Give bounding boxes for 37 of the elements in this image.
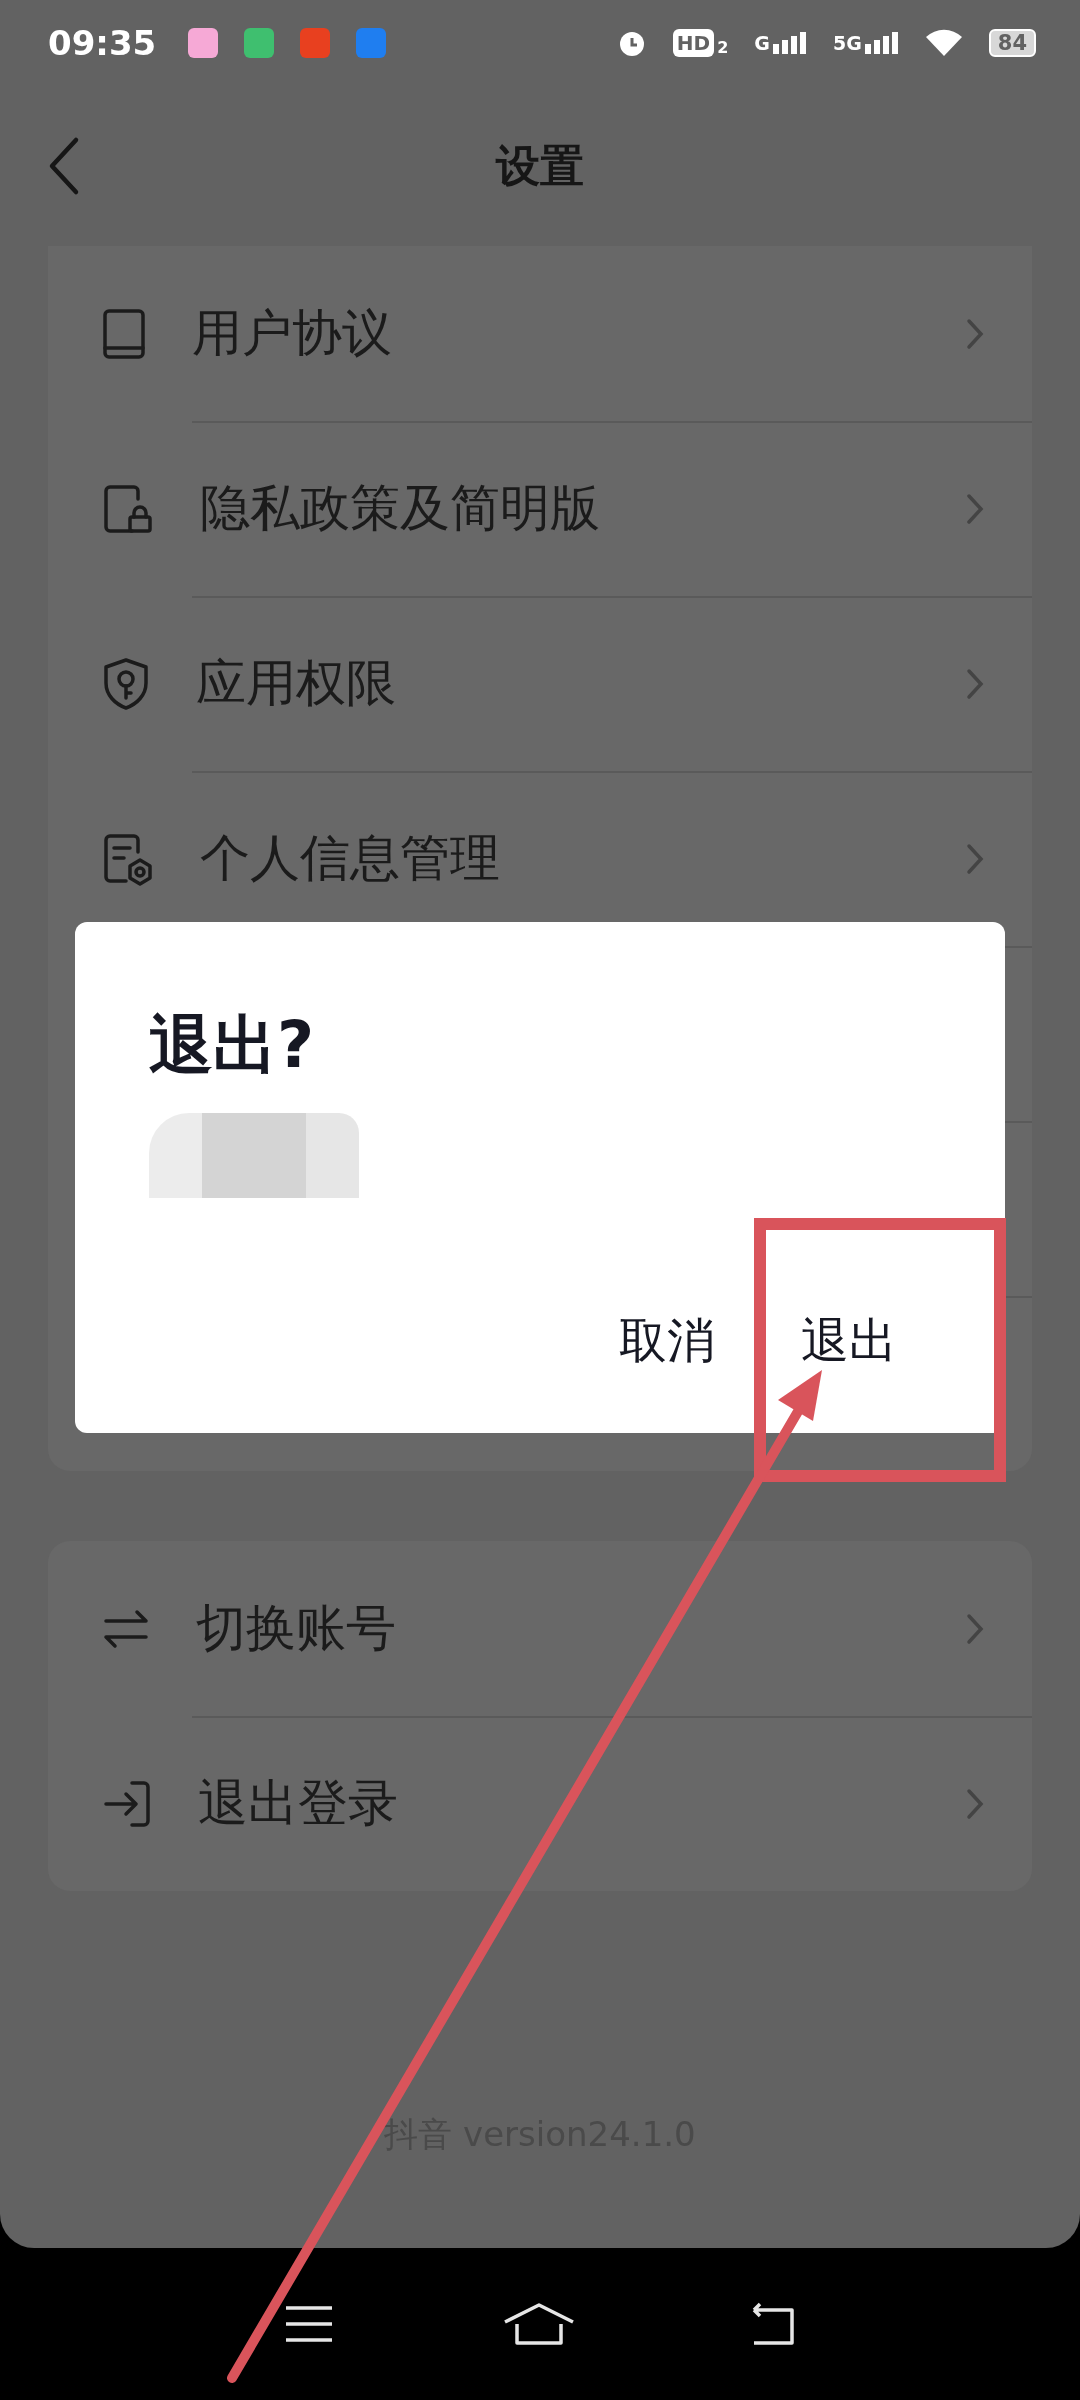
document-gear-icon <box>102 831 154 886</box>
signal-icon <box>772 32 807 54</box>
book-icon <box>102 307 146 360</box>
hd-badge: HD <box>672 29 715 57</box>
settings-row[interactable]: 用户协议 <box>48 246 1032 421</box>
settings-row[interactable]: 退出登录 <box>48 1716 1032 1891</box>
chevron-icon <box>966 1787 984 1820</box>
app-icon <box>300 28 331 58</box>
network-label: G <box>754 32 770 54</box>
settings-row[interactable]: 隐私政策及简明版 <box>48 421 1032 596</box>
shield-key-icon <box>102 656 150 711</box>
home-icon[interactable] <box>503 2302 575 2346</box>
chevron-icon <box>966 1612 984 1645</box>
menu-icon[interactable] <box>284 2304 335 2344</box>
page-title: 设置 <box>496 138 584 193</box>
settings-row[interactable]: 应用权限 <box>48 596 1032 771</box>
wifi-icon <box>924 28 963 58</box>
dialog-title: 退出? <box>149 1007 316 1084</box>
network-label: 5G <box>832 32 862 54</box>
status-time: 09:35 <box>48 23 157 63</box>
settings-row[interactable]: 切换账号 <box>48 1541 1032 1716</box>
chevron-icon <box>966 667 984 700</box>
hd-subscript: 2 <box>717 38 729 57</box>
chevron-icon <box>966 492 984 525</box>
app-icon <box>244 28 275 58</box>
login-arrow-icon <box>102 1778 152 1829</box>
back-icon[interactable] <box>48 136 80 196</box>
chevron-icon <box>966 842 984 875</box>
app-icon <box>356 28 387 58</box>
chevron-icon <box>966 317 984 350</box>
battery-level: 84 <box>988 29 1036 57</box>
dialog-button[interactable]: 取消 <box>619 1314 715 1367</box>
dialog-button[interactable]: 退出 <box>801 1314 897 1367</box>
app-icon <box>188 28 219 58</box>
settings-row[interactable]: 个人信息管理 <box>48 771 1032 946</box>
document-lock-icon <box>102 482 154 535</box>
signal-icon <box>864 32 899 54</box>
